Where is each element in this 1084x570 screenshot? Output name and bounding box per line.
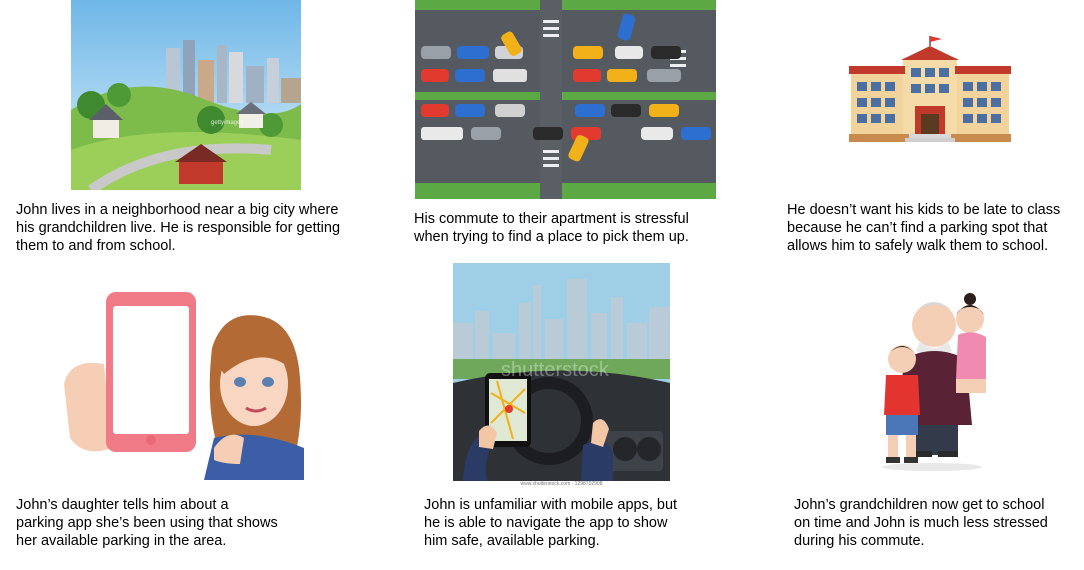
caption-panel-6: John’s grandchildren now get to school o… bbox=[794, 497, 1048, 549]
driver-map-app-image: shutterstock www.shutterstock.com · 1298… bbox=[453, 263, 670, 488]
caption-panel-3: He doesn’t want his kids to be late to c… bbox=[787, 202, 1061, 254]
suburb-city-image: gettyimages bbox=[71, 0, 301, 190]
caption-panel-1: John lives in a neighborhood near a big … bbox=[16, 202, 341, 254]
image-footer: www.shutterstock.com · 1298702908 bbox=[520, 481, 603, 487]
woman-holding-phone-image bbox=[64, 288, 314, 480]
caption-panel-2: His commute to their apartment is stress… bbox=[414, 211, 689, 245]
gettyimages-watermark: gettyimages bbox=[211, 120, 244, 126]
caption-panel-4: John’s daughter tells him about a parkin… bbox=[16, 497, 278, 549]
caption-panel-5: John is unfamiliar with mobile apps, but… bbox=[424, 497, 678, 549]
traffic-jam-image bbox=[415, 0, 716, 199]
grandfather-with-grandchildren-image bbox=[820, 275, 990, 475]
shutterstock-watermark: shutterstock bbox=[501, 359, 609, 381]
school-building-image bbox=[849, 36, 1011, 150]
